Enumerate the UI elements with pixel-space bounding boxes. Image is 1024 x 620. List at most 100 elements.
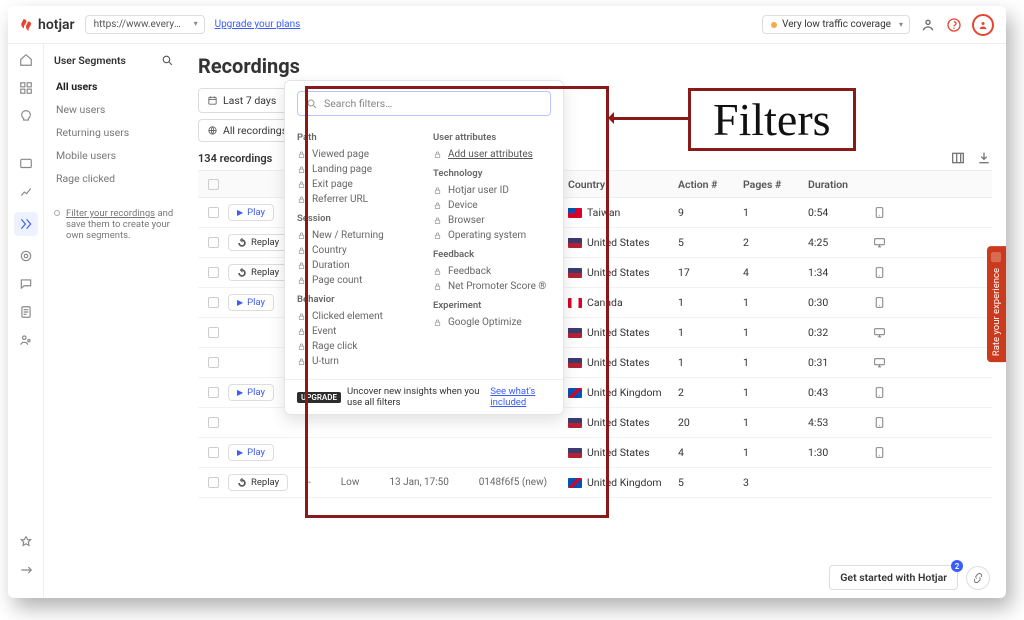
filter-item[interactable]: Feedback [433, 264, 551, 279]
upgrade-badge: UPGRADE [297, 392, 341, 403]
site-select[interactable]: https://www.everydaindu… [85, 15, 205, 34]
filter-item[interactable]: Net Promoter Score ® [433, 279, 551, 294]
row-device-icon [873, 206, 895, 219]
get-started-button[interactable]: Get started with Hotjar 2 [829, 565, 958, 590]
filter-item[interactable]: Browser [433, 213, 551, 228]
nav-engage-icon[interactable] [18, 332, 34, 348]
filter-item[interactable]: Rage click [297, 339, 415, 354]
flag-icon [568, 328, 582, 338]
row-user: 0148f6f5 (new) [479, 477, 568, 488]
play-button[interactable]: ▶Play [228, 294, 274, 311]
segment-new-users[interactable]: New users [54, 98, 174, 121]
play-button[interactable]: ▶Play [228, 204, 274, 221]
select-all-checkbox[interactable] [208, 179, 219, 190]
filter-item[interactable]: Exit page [297, 177, 415, 192]
nav-collapse-icon[interactable] [18, 562, 34, 578]
play-button[interactable]: ▶Play [228, 384, 274, 401]
share-icon[interactable] [966, 566, 990, 590]
row-checkbox[interactable] [208, 357, 219, 368]
filter-item[interactable]: Operating system [433, 228, 551, 243]
replay-icon [237, 238, 247, 248]
filter-category: User attributes [433, 132, 551, 143]
row-country: Taiwan [587, 206, 620, 219]
rate-label: Rate your experience [991, 268, 1002, 356]
filter-footer-link[interactable]: See what's included [490, 386, 551, 408]
filter-item[interactable]: Duration [297, 258, 415, 273]
play-button[interactable]: ▶Play [228, 444, 274, 461]
row-checkbox[interactable] [208, 327, 219, 338]
filter-item[interactable]: Page count [297, 273, 415, 288]
flag-icon [568, 358, 582, 368]
row-device-icon [873, 386, 895, 399]
nav-surveys-icon[interactable] [18, 304, 34, 320]
status-dot-icon [771, 22, 777, 28]
filter-item[interactable]: Google Optimize [433, 315, 551, 330]
filter-item[interactable]: Landing page [297, 162, 415, 177]
segment-returning-users[interactable]: Returning users [54, 121, 174, 144]
traffic-coverage[interactable]: Very low traffic coverage [762, 15, 910, 34]
columns-icon[interactable] [950, 150, 966, 166]
nav-recordings-icon[interactable] [14, 212, 38, 236]
row-checkbox[interactable] [208, 417, 219, 428]
nav-integrations-icon[interactable] [18, 534, 34, 550]
row-checkbox[interactable] [208, 387, 219, 398]
row-checkbox[interactable] [208, 207, 219, 218]
filter-search[interactable]: Search filters… [297, 91, 551, 116]
help-icon[interactable] [946, 17, 962, 33]
filter-search-placeholder: Search filters… [324, 97, 392, 110]
table-row[interactable]: ▶PlayUnited States411:30 [198, 438, 992, 468]
download-icon[interactable] [976, 150, 992, 166]
filter-item[interactable]: Device [433, 198, 551, 213]
filter-item[interactable]: Referrer URL [297, 192, 415, 207]
replay-button[interactable]: Replay [228, 234, 288, 251]
segments-hint-link[interactable]: Filter your recordings [66, 208, 155, 219]
row-device-icon [873, 446, 895, 459]
get-started-label: Get started with Hotjar [840, 571, 947, 584]
filter-add-attributes[interactable]: Add user attributes [433, 147, 551, 162]
filter-popover: Search filters… PathViewed pageLanding p… [284, 80, 564, 415]
table-row[interactable]: Replay-Low13 Jan, 17:500148f6f5 (new)Uni… [198, 468, 992, 498]
filter-item[interactable]: Viewed page [297, 147, 415, 162]
hotjar-icon [20, 18, 34, 32]
segment-rage-clicked[interactable]: Rage clicked [54, 167, 174, 190]
row-actions: 17 [678, 266, 743, 279]
segment-mobile-users[interactable]: Mobile users [54, 144, 174, 167]
user-icon[interactable] [920, 17, 936, 33]
avatar[interactable] [972, 14, 994, 36]
row-checkbox[interactable] [208, 267, 219, 278]
col-pages[interactable]: Pages # [743, 178, 808, 191]
filter-item[interactable]: Clicked element [297, 309, 415, 324]
col-duration[interactable]: Duration [808, 178, 873, 191]
row-checkbox[interactable] [208, 237, 219, 248]
row-pages: 4 [743, 266, 808, 279]
nav-home-icon[interactable] [18, 52, 34, 68]
segment-all-users[interactable]: All users [54, 75, 174, 98]
row-checkbox[interactable] [208, 447, 219, 458]
filter-item[interactable]: Country [297, 243, 415, 258]
date-filter[interactable]: Last 7 days [198, 88, 295, 113]
nav-trends-icon[interactable] [18, 184, 34, 200]
flag-icon [568, 238, 582, 248]
filter-item[interactable]: Event [297, 324, 415, 339]
upgrade-link[interactable]: Upgrade your plans [215, 19, 301, 30]
replay-button[interactable]: Replay [228, 474, 288, 491]
search-icon[interactable] [161, 54, 174, 67]
nav-dashboard-icon[interactable] [18, 80, 34, 96]
search-icon [306, 98, 318, 110]
play-icon: ▶ [237, 208, 243, 217]
filter-item[interactable]: New / Returning [297, 228, 415, 243]
row-checkbox[interactable] [208, 297, 219, 308]
filter-item[interactable]: Hotjar user ID [433, 183, 551, 198]
traffic-label: Very low traffic coverage [782, 19, 891, 30]
nav-funnels-icon[interactable] [18, 248, 34, 264]
replay-button[interactable]: Replay [228, 264, 288, 281]
rate-experience-tab[interactable]: Rate your experience [987, 246, 1006, 362]
nav-heatmaps-icon[interactable] [18, 156, 34, 172]
col-country[interactable]: Country [568, 178, 678, 191]
nav-highlights-icon[interactable] [18, 108, 34, 124]
row-duration: 0:30 [808, 296, 873, 309]
nav-feedback-icon[interactable] [18, 276, 34, 292]
filter-item[interactable]: U-turn [297, 354, 415, 369]
row-checkbox[interactable] [208, 477, 219, 488]
col-action[interactable]: Action # [678, 178, 743, 191]
